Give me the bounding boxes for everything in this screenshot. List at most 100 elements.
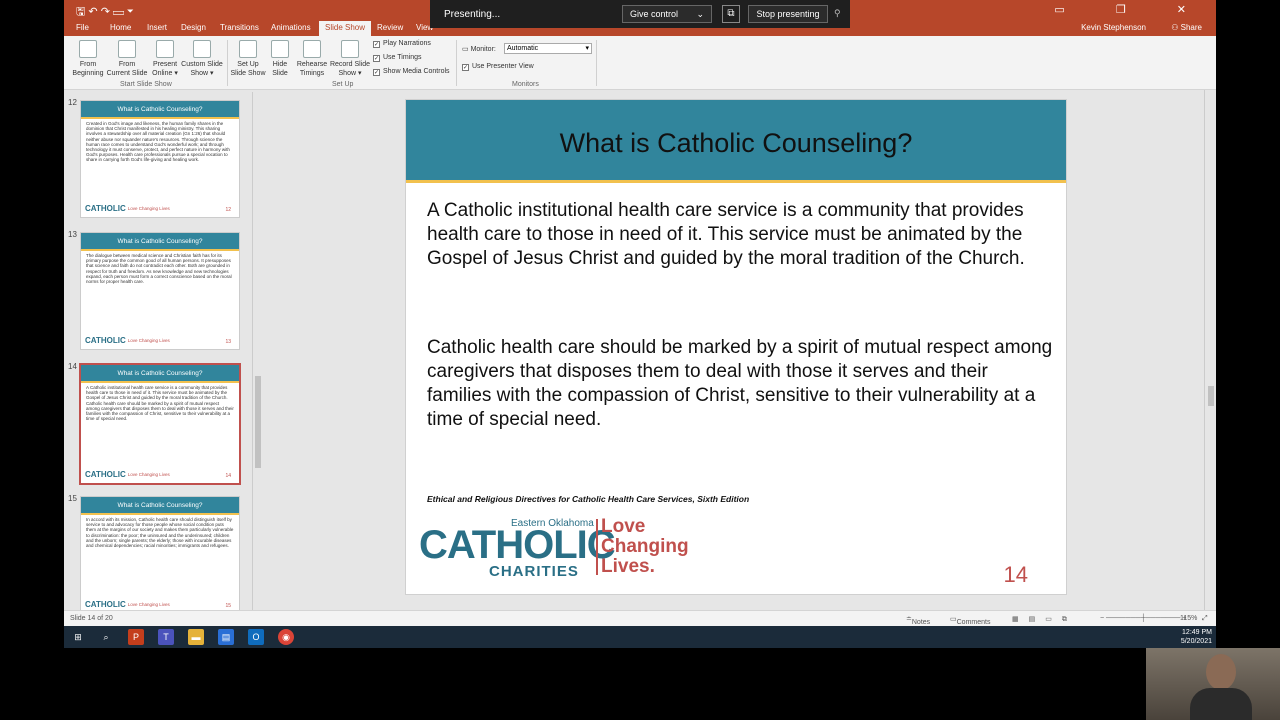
logo-tagline: Love Changing Lives bbox=[127, 602, 170, 608]
logo-tagline-line: Lives. bbox=[601, 556, 655, 577]
scrollbar-thumb[interactable] bbox=[1208, 386, 1214, 406]
slide-thumbnail-selected[interactable]: What is Catholic Counseling? A Catholic … bbox=[79, 363, 241, 485]
zoom-slider[interactable]: − ───────┼─────── + bbox=[1100, 615, 1186, 622]
slide-thumbnail[interactable]: What is Catholic Counseling? The dialogu… bbox=[80, 232, 240, 350]
current-slide[interactable]: What is Catholic Counseling? A Catholic … bbox=[405, 99, 1067, 595]
thumbnail-body: In accord with its mission, Catholic hea… bbox=[86, 517, 234, 549]
thumbnail-title: What is Catholic Counseling? bbox=[81, 101, 239, 119]
set-up-slide-show-button[interactable]: Set Up Slide Show bbox=[230, 40, 266, 78]
slide-source-citation[interactable]: Ethical and Religious Directives for Cat… bbox=[427, 494, 749, 504]
group-label-setup: Set Up bbox=[332, 81, 354, 88]
rehearse-timings-button[interactable]: Rehearse Timings bbox=[296, 40, 328, 78]
file-explorer-icon[interactable]: ▬ bbox=[188, 629, 204, 645]
logo-tagline: Love Changing Lives bbox=[127, 472, 170, 478]
slide-scrollbar[interactable] bbox=[1204, 90, 1216, 610]
hide-slide-button[interactable]: Hide Slide bbox=[268, 40, 292, 78]
presenter-head bbox=[1206, 654, 1236, 690]
button-label: Online ▾ bbox=[152, 70, 178, 77]
use-timings-checkbox[interactable]: ✓ Use Timings bbox=[373, 54, 422, 62]
presenting-status: Presenting... bbox=[444, 9, 501, 20]
logo-tagline-line: Changing bbox=[601, 536, 689, 557]
button-label: Set Up bbox=[237, 61, 259, 68]
ribbon: From Beginning From Current Slide Present O… bbox=[64, 36, 1216, 90]
slide-paragraph-1[interactable]: A Catholic institutional health care ser… bbox=[427, 199, 1057, 271]
use-presenter-view-checkbox[interactable]: ✓ Use Presenter View bbox=[462, 63, 534, 71]
tab-home[interactable]: Home bbox=[110, 23, 131, 32]
timer-icon bbox=[303, 40, 321, 58]
tab-review[interactable]: Review bbox=[377, 23, 403, 32]
monitor-select[interactable]: Automatic ▾ bbox=[504, 43, 592, 54]
logo-tagline: Love Changing Lives. bbox=[601, 517, 689, 577]
stop-presenting-button[interactable]: Stop presenting bbox=[748, 5, 828, 23]
zoom-level[interactable]: 115% bbox=[1180, 615, 1197, 622]
screen-share-icon[interactable]: ⧉ bbox=[722, 5, 740, 23]
show-media-controls-checkbox[interactable]: ✓ Show Media Controls bbox=[373, 68, 450, 76]
webcam-overlay bbox=[1146, 648, 1280, 720]
monitor-select-value: Automatic bbox=[507, 45, 539, 52]
window-controls[interactable]: ▭ ❐ ✕ bbox=[1054, 3, 1210, 16]
tab-file[interactable]: File bbox=[76, 23, 89, 32]
view-buttons[interactable]: ▦▤▭⧉ bbox=[1012, 615, 1077, 624]
catholic-charities-logo[interactable]: Eastern Oklahoma CATHOLIC CHARITIES Love… bbox=[419, 511, 699, 583]
give-control-dropdown[interactable]: Give control ⌄ bbox=[622, 5, 712, 23]
thumbnail-title: What is Catholic Counseling? bbox=[81, 365, 239, 383]
present-online-button[interactable]: Present Online ▾ bbox=[148, 40, 182, 78]
button-label: Beginning bbox=[72, 70, 104, 77]
checkbox-label: Use Presenter View bbox=[472, 63, 534, 70]
play-narrations-checkbox[interactable]: ✓ Play Narrations bbox=[373, 40, 431, 48]
notes-button[interactable]: ≐ Notes bbox=[906, 615, 930, 626]
thumbnail-number: 14 bbox=[68, 362, 77, 371]
slideshow-icon bbox=[118, 40, 136, 58]
powerpoint-icon[interactable]: P bbox=[128, 629, 144, 645]
thumbnail-number: 15 bbox=[68, 494, 77, 503]
teams-icon[interactable]: T bbox=[158, 629, 174, 645]
button-label: Slide bbox=[272, 70, 288, 77]
tab-animations[interactable]: Animations bbox=[271, 23, 311, 32]
system-clock[interactable]: 12:49 PM 5/20/2021 bbox=[1181, 628, 1212, 646]
notes-label: Notes bbox=[911, 619, 931, 626]
logo-main-text: CATHOLIC bbox=[419, 523, 616, 567]
custom-slide-show-button[interactable]: Custom Slide Show ▾ bbox=[180, 40, 224, 78]
scrollbar-thumb[interactable] bbox=[255, 376, 261, 468]
powerpoint-window: 🖫 ↶ ↷ ▭ ⏷ ▭ ❐ ✕ File Home Insert Design … bbox=[64, 0, 1216, 648]
tab-design[interactable]: Design bbox=[181, 23, 206, 32]
group-label-monitors: Monitors bbox=[512, 81, 539, 88]
chrome-icon[interactable]: ◉ bbox=[278, 629, 294, 645]
clock-time: 12:49 PM bbox=[1182, 629, 1212, 636]
slide-title[interactable]: What is Catholic Counseling? bbox=[406, 128, 1066, 159]
button-label: Record Slide bbox=[329, 61, 371, 68]
tab-slide-show[interactable]: Slide Show bbox=[319, 21, 372, 36]
status-bar: Slide 14 of 20 ≐ Notes ▭ Comments ▦▤▭⧉ −… bbox=[64, 610, 1216, 626]
button-label: From bbox=[79, 61, 97, 68]
logo-divider bbox=[596, 519, 598, 575]
from-beginning-button[interactable]: From Beginning bbox=[70, 40, 106, 78]
slide-paragraph-2[interactable]: Catholic health care should be marked by… bbox=[427, 336, 1057, 432]
outlook-icon[interactable]: O bbox=[248, 629, 264, 645]
setup-icon bbox=[239, 40, 257, 58]
record-slide-show-button[interactable]: Record Slide Show ▾ bbox=[329, 40, 371, 78]
search-icon[interactable]: ⌕ bbox=[98, 629, 114, 645]
fit-to-window-icon[interactable]: ⤢ bbox=[1202, 615, 1208, 623]
tab-insert[interactable]: Insert bbox=[147, 23, 167, 32]
thumbnail-body: A Catholic institutional health care ser… bbox=[86, 385, 234, 422]
share-button[interactable]: ⚇ Share bbox=[1171, 23, 1202, 32]
title-underline bbox=[406, 180, 1066, 183]
thumbnail-body: Created in God's image and likeness, the… bbox=[86, 121, 230, 163]
thumbnail-title: What is Catholic Counseling? bbox=[81, 497, 239, 515]
logo-tagline-line: Love bbox=[601, 516, 646, 537]
slide-number: 14 bbox=[1003, 562, 1028, 587]
pin-icon[interactable]: ⚲ bbox=[834, 8, 841, 19]
checkmark-icon: ✓ bbox=[373, 41, 380, 48]
from-current-slide-button[interactable]: From Current Slide bbox=[104, 40, 150, 78]
slide-thumbnail[interactable]: What is Catholic Counseling? Created in … bbox=[80, 100, 240, 218]
tab-transitions[interactable]: Transitions bbox=[220, 23, 259, 32]
document-icon[interactable]: ▤ bbox=[218, 629, 234, 645]
logo-sub-text: CHARITIES bbox=[489, 563, 579, 580]
windows-start-icon[interactable]: ⊞ bbox=[70, 629, 86, 645]
windows-taskbar: ⊞ ⌕ P T ▬ ▤ O ◉ 12:49 PM 5/20/2021 bbox=[64, 626, 1216, 648]
comments-button[interactable]: ▭ Comments bbox=[950, 615, 990, 626]
user-name[interactable]: Kevin Stephenson bbox=[1081, 23, 1146, 32]
thumbnail-scrollbar[interactable] bbox=[252, 92, 262, 610]
group-label-start: Start Slide Show bbox=[120, 81, 172, 88]
slide-thumbnail[interactable]: What is Catholic Counseling? In accord w… bbox=[80, 496, 240, 610]
